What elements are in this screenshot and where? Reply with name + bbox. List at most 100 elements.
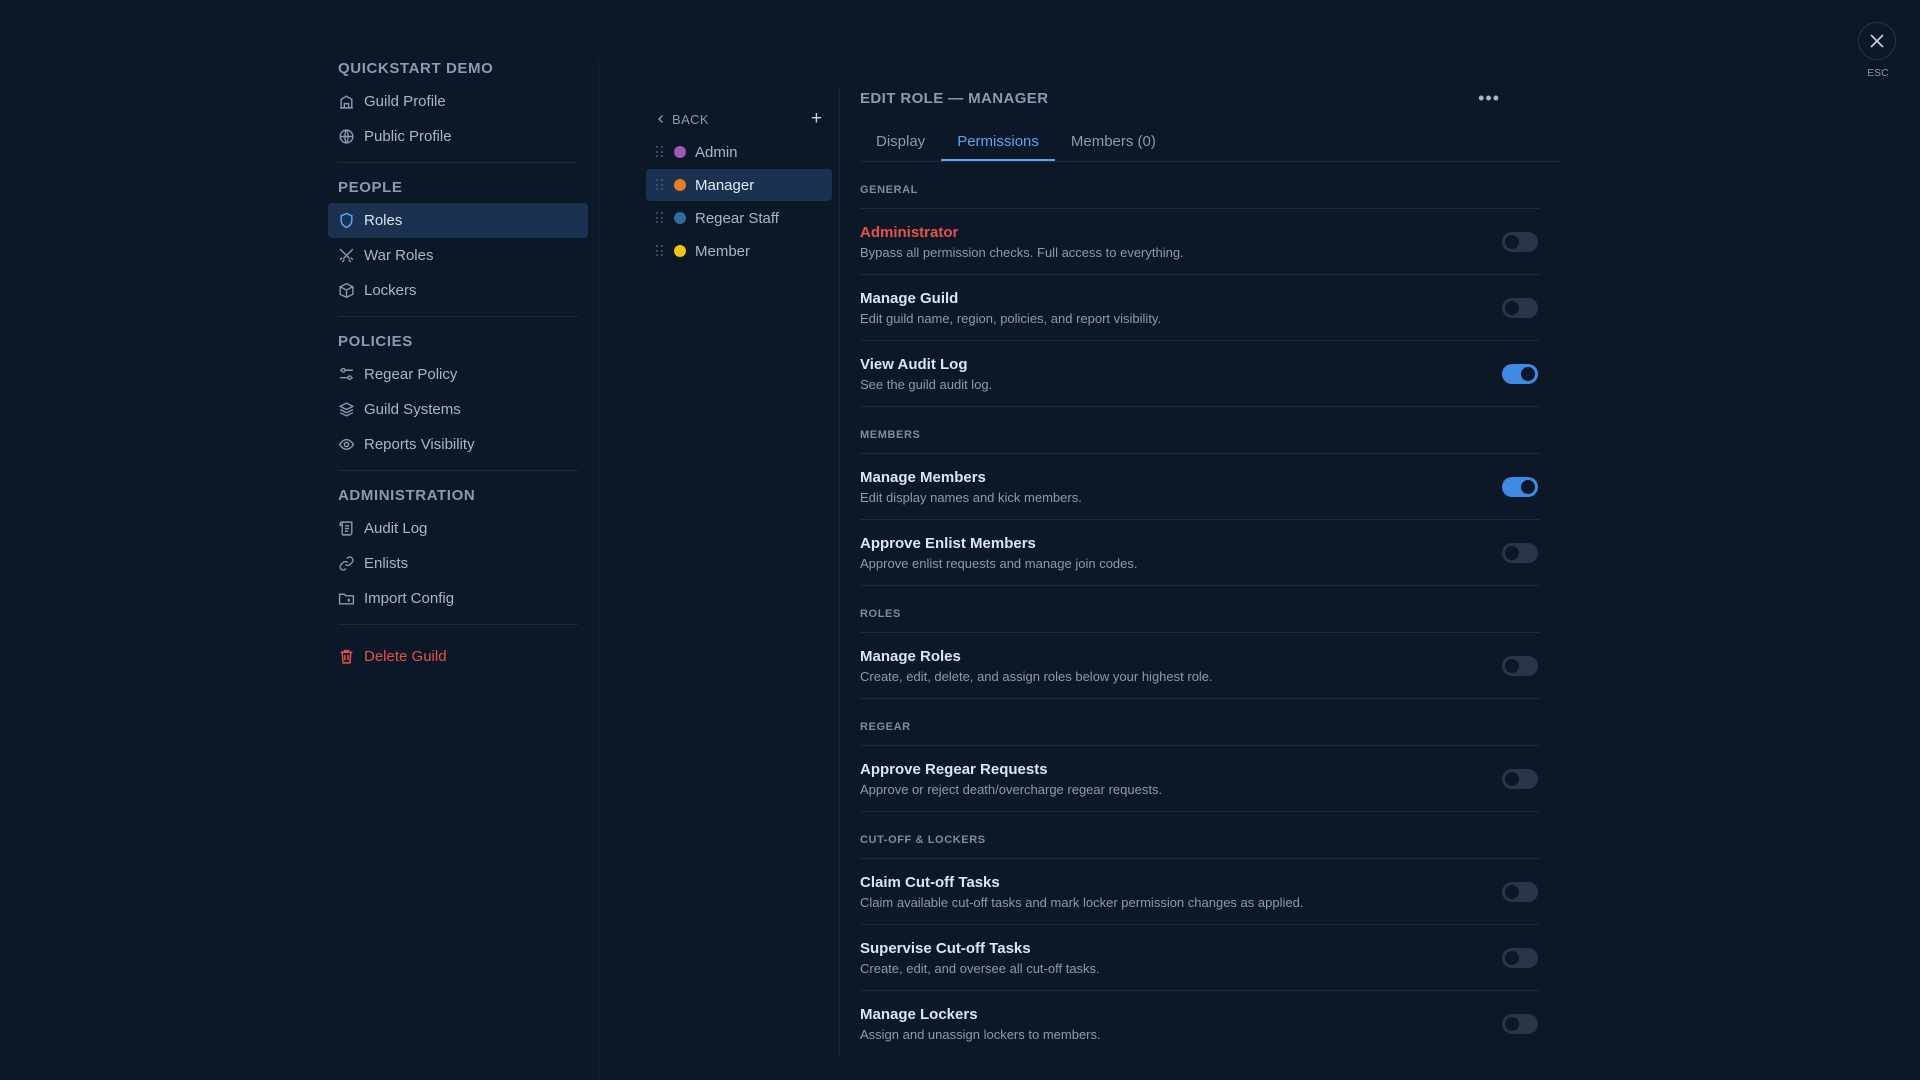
divider (338, 470, 578, 471)
permission-group-heading: GENERAL (860, 162, 1540, 209)
permission-row-view-audit-log: View Audit Log See the guild audit log. (860, 341, 1540, 407)
trash-icon (340, 649, 353, 664)
supervise-cutoff-tasks-toggle[interactable] (1502, 947, 1538, 968)
administrator-toggle[interactable] (1502, 231, 1538, 252)
role-item-manager[interactable]: Manager (646, 169, 832, 201)
permission-row-approve-regear-requests: Approve Regear Requests Approve or rejec… (860, 746, 1540, 812)
manage-roles-toggle[interactable] (1502, 655, 1538, 676)
esc-hint: ESC (1867, 68, 1889, 79)
roles-list-panel: BACK + Admin Manager Regear Staff Member (646, 108, 832, 268)
permission-name: Approve Regear Requests (860, 760, 1048, 778)
close-control: ESC (1858, 22, 1898, 79)
drag-handle-icon[interactable] (656, 245, 664, 257)
add-role-button[interactable]: + (810, 108, 822, 129)
view-audit-log-toggle[interactable] (1502, 363, 1538, 384)
sidebar-item-label: Regear Policy (364, 366, 458, 383)
tab-members[interactable]: Members (0) (1055, 122, 1172, 161)
tab-permissions[interactable]: Permissions (941, 122, 1055, 161)
permissions-list: GENERAL Administrator Bypass all permiss… (860, 162, 1540, 1057)
role-name: Regear Staff (695, 209, 779, 227)
permission-name: Manage Lockers (860, 1006, 978, 1023)
permission-name: Supervise Cut-off Tasks (860, 939, 1031, 957)
guild-name-heading: QUICKSTART DEMO (338, 60, 494, 77)
settings-sidebar: QUICKSTART DEMO Guild Profile Public Pro… (328, 58, 599, 1080)
roles-toolbar: BACK + (646, 108, 832, 129)
link-icon (339, 556, 354, 571)
sidebar-item-guild-profile[interactable]: Guild Profile (328, 84, 588, 119)
back-label: BACK (672, 111, 710, 127)
drag-handle-icon[interactable] (656, 179, 664, 191)
role-color-dot (674, 245, 686, 257)
sidebar-item-label: Guild Profile (364, 93, 446, 110)
sidebar-item-public-profile[interactable]: Public Profile (328, 119, 588, 154)
sidebar-item-label: Import Config (364, 590, 455, 607)
close-button[interactable] (1858, 22, 1896, 60)
building-icon (340, 95, 353, 109)
permission-name: Approve Enlist Members (860, 534, 1036, 552)
delete-guild-button[interactable]: Delete Guild (328, 639, 588, 674)
eye-icon (338, 439, 355, 450)
policies-heading: POLICIES (338, 333, 413, 350)
role-item-regear-staff[interactable]: Regear Staff (646, 202, 832, 234)
divider (338, 316, 578, 317)
sidebar-item-enlists[interactable]: Enlists (328, 546, 588, 581)
sidebar-item-war-roles[interactable]: War Roles (328, 238, 588, 273)
permission-description: Edit display names and kick members. (860, 489, 1082, 505)
permission-row-claim-cutoff-tasks: Claim Cut-off Tasks Claim available cut-… (860, 859, 1540, 925)
permission-row-manage-lockers: Manage Lockers Assign and unassign locke… (860, 991, 1540, 1057)
role-item-member[interactable]: Member (646, 235, 832, 267)
sidebar-item-import-config[interactable]: Import Config (328, 581, 588, 616)
scroll-icon (339, 521, 353, 536)
role-editor: EDIT ROLE — MANAGER ••• Display Permissi… (860, 84, 1560, 1057)
role-color-dot (674, 146, 686, 158)
sidebar-item-label: Enlists (364, 555, 409, 572)
sidebar-item-reports-visibility[interactable]: Reports Visibility (328, 427, 588, 462)
role-item-admin[interactable]: Admin (646, 136, 832, 168)
permission-description: Approve or reject death/overcharge regea… (860, 781, 1163, 797)
globe-icon (339, 129, 354, 144)
permission-row-manage-guild: Manage Guild Edit guild name, region, po… (860, 275, 1540, 341)
approve-regear-requests-toggle[interactable] (1502, 768, 1538, 789)
permission-description: Approve enlist requests and manage join … (860, 555, 1138, 571)
manage-members-toggle[interactable] (1502, 476, 1538, 497)
permission-row-supervise-cutoff-tasks: Supervise Cut-off Tasks Create, edit, an… (860, 925, 1540, 991)
permission-name: Manage Members (860, 468, 986, 486)
claim-cutoff-tasks-toggle[interactable] (1502, 881, 1538, 902)
page-title: EDIT ROLE — MANAGER (860, 89, 1049, 107)
sidebar-item-audit-log[interactable]: Audit Log (328, 511, 588, 546)
permission-description: Bypass all permission checks. Full acces… (860, 244, 1184, 260)
sidebar-item-label: Audit Log (364, 520, 428, 537)
permission-description: Claim available cut-off tasks and mark l… (860, 894, 1304, 910)
sidebar-item-label: War Roles (364, 247, 434, 264)
plus-icon: + (810, 108, 822, 129)
tab-display[interactable]: Display (860, 122, 941, 161)
permission-description: Edit guild name, region, policies, and r… (860, 310, 1162, 326)
back-button[interactable]: BACK (656, 112, 709, 127)
sidebar-item-label: Public Profile (364, 128, 452, 145)
role-name: Member (695, 242, 751, 260)
drag-handle-icon[interactable] (656, 146, 664, 158)
role-color-dot (674, 179, 686, 191)
delete-guild-label: Delete Guild (364, 648, 447, 665)
sidebar-item-guild-systems[interactable]: Guild Systems (328, 392, 588, 427)
permission-name: Manage Roles (860, 647, 961, 665)
sidebar-item-lockers[interactable]: Lockers (328, 273, 588, 308)
permission-name: Administrator (860, 223, 959, 241)
approve-enlist-members-toggle[interactable] (1502, 542, 1538, 563)
shield-icon (340, 212, 353, 229)
ellipsis-icon: ••• (1478, 87, 1500, 108)
sidebar-item-label: Roles (364, 212, 403, 229)
sidebar-item-roles[interactable]: Roles (328, 203, 588, 238)
box-icon (339, 282, 354, 299)
more-options-button[interactable]: ••• (1478, 88, 1500, 109)
manage-lockers-toggle[interactable] (1502, 1014, 1538, 1034)
manage-guild-toggle[interactable] (1502, 297, 1538, 318)
drag-handle-icon[interactable] (656, 212, 664, 224)
editor-header: EDIT ROLE — MANAGER ••• (860, 84, 1560, 112)
role-name: Admin (695, 143, 738, 161)
sidebar-item-regear-policy[interactable]: Regear Policy (328, 357, 588, 392)
close-icon (1870, 34, 1884, 48)
permission-name: Manage Guild (860, 289, 959, 307)
permission-description: Create, edit, delete, and assign roles b… (860, 668, 1213, 684)
permission-description: Assign and unassign lockers to members. (860, 1027, 1101, 1042)
